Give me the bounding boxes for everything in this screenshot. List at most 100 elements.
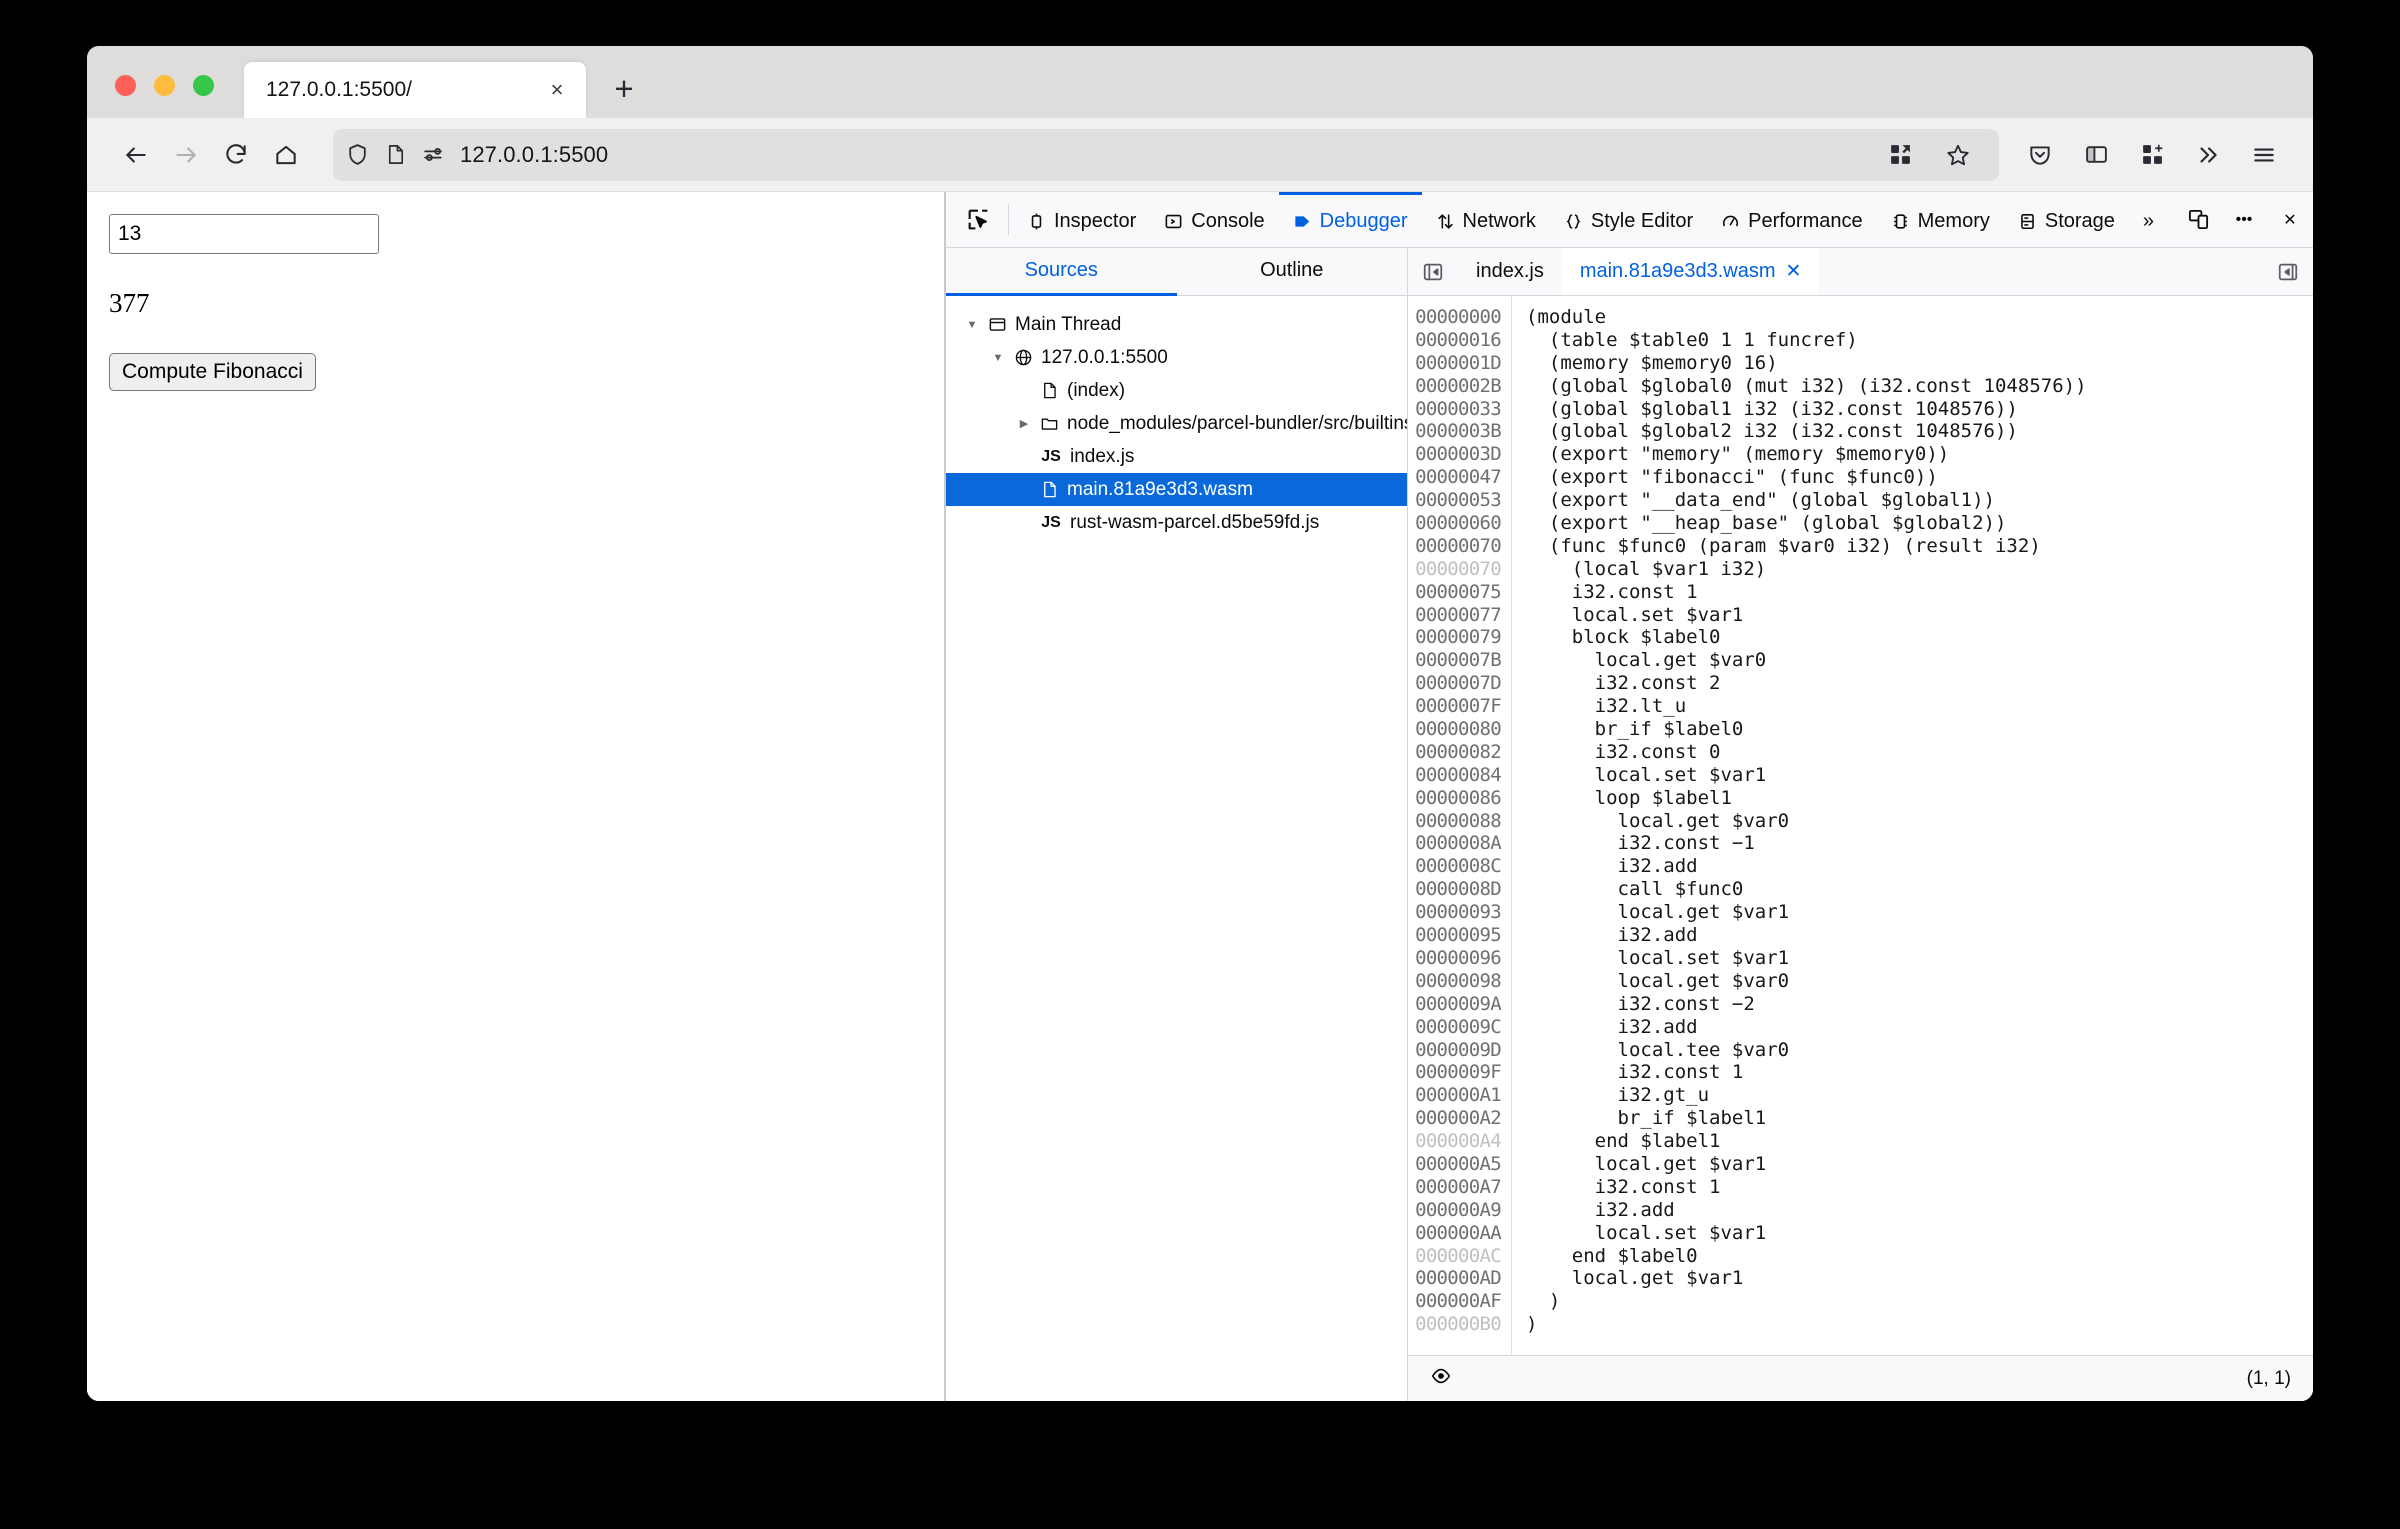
tree-item[interactable]: JS rust-wasm-parcel.d5be59fd.js <box>946 506 1407 539</box>
code-offset: 00000033 <box>1415 397 1502 420</box>
network-icon <box>1436 212 1455 231</box>
code-offset: 000000A7 <box>1415 1175 1502 1198</box>
tab-debugger[interactable]: Debugger <box>1278 192 1422 247</box>
code-editor[interactable]: 00000000 00000016 0000001D 0000002B 00000033… <box>1408 296 2313 1355</box>
code-offset: 00000093 <box>1415 901 1502 924</box>
tab-inspector[interactable]: Inspector <box>1013 192 1150 247</box>
eye-icon[interactable] <box>1430 1365 1452 1392</box>
sidebar-icon[interactable] <box>2071 130 2121 180</box>
tree-item[interactable]: ▶ node_modules/parcel-bundler/src/builtin… <box>946 407 1407 440</box>
code-offset: 00000082 <box>1415 740 1502 763</box>
tab-sources[interactable]: Sources <box>946 248 1177 296</box>
editor-tab-label: main.81a9e3d3.wasm <box>1579 260 1776 282</box>
tree-item[interactable]: ▼ Main Thread <box>946 308 1407 341</box>
code-offset: 00000084 <box>1415 763 1502 786</box>
code-offset: 0000001D <box>1415 351 1502 374</box>
storage-icon <box>2018 212 2037 231</box>
editor-tab-close-icon[interactable]: ✕ <box>1786 260 1802 283</box>
code-line: end $label1 <box>1526 1130 1721 1153</box>
addons-icon[interactable] <box>2127 130 2177 180</box>
code-offset: 000000A4 <box>1415 1130 1502 1153</box>
page-icon[interactable] <box>384 143 407 166</box>
tree-item-label: (index) <box>1067 379 1126 401</box>
code-line: local.get $var1 <box>1526 901 1790 924</box>
tree-item-label: rust-wasm-parcel.d5be59fd.js <box>1070 511 1320 533</box>
devtools-overflow-button[interactable]: » <box>2129 192 2168 247</box>
editor-pane: index.js main.81a9e3d3.wasm ✕ 00000000 0… <box>1408 248 2313 1401</box>
js-icon: JS <box>1041 447 1061 465</box>
fibonacci-input[interactable] <box>109 214 379 254</box>
code-offset: 000000AC <box>1415 1244 1502 1267</box>
tree-item[interactable]: ▼ 127.0.0.1:5500 <box>946 341 1407 374</box>
minimize-window-button[interactable] <box>154 75 175 96</box>
forward-arrow-icon[interactable] <box>161 130 211 180</box>
editor-tab-index-js[interactable]: index.js <box>1458 248 1562 295</box>
browser-content: 377 Compute Fibonacci <box>87 192 2313 1401</box>
devtools-close-button[interactable]: ✕ <box>2267 192 2313 247</box>
code-text[interactable]: (module (table $table0 1 1 funcref) (mem… <box>1512 296 2313 1355</box>
pocket-icon[interactable] <box>2015 130 2065 180</box>
extensions-grid-icon[interactable] <box>1875 130 1925 180</box>
compute-fibonacci-button[interactable]: Compute Fibonacci <box>109 353 316 391</box>
code-offset: 0000002B <box>1415 374 1502 397</box>
js-icon: JS <box>1041 513 1061 531</box>
tab-storage[interactable]: Storage <box>2004 192 2129 247</box>
url-text: 127.0.0.1:5500 <box>460 141 609 167</box>
memory-icon <box>1891 212 1910 231</box>
devtools-meatball-menu[interactable]: ••• <box>2221 192 2267 247</box>
tab-label: Inspector <box>1054 209 1137 232</box>
tab-console[interactable]: Console <box>1150 192 1278 247</box>
code-line: (global $global1 i32 (i32.const 1048576)… <box>1526 397 2018 420</box>
responsive-design-mode-icon[interactable] <box>2175 192 2221 247</box>
element-picker-icon[interactable] <box>952 192 1004 247</box>
url-bar[interactable]: 127.0.0.1:5500 <box>333 128 1999 181</box>
tab-close-icon[interactable]: × <box>542 75 572 105</box>
star-icon[interactable] <box>1933 130 1983 180</box>
inspector-icon <box>1027 212 1046 231</box>
permissions-icon[interactable] <box>421 142 446 167</box>
tree-item[interactable]: (index) <box>946 374 1407 407</box>
tab-style-editor[interactable]: Style Editor <box>1550 192 1707 247</box>
tab-outline[interactable]: Outline <box>1177 248 1408 296</box>
code-offset: 0000009C <box>1415 1015 1502 1038</box>
code-offset: 0000008D <box>1415 878 1502 901</box>
chevrons-right-icon[interactable] <box>2183 130 2233 180</box>
globe-icon <box>1014 348 1033 367</box>
new-tab-button[interactable]: + <box>602 66 646 110</box>
browser-window: 127.0.0.1:5500/ × + 127.0.0.1:5500 13 37… <box>87 46 2313 1401</box>
code-line: i32.add <box>1526 924 1698 947</box>
hamburger-menu-icon[interactable] <box>2239 130 2289 180</box>
tab-network[interactable]: Network <box>1422 192 1550 247</box>
reload-icon[interactable] <box>211 130 261 180</box>
editor-tab-wasm[interactable]: main.81a9e3d3.wasm ✕ <box>1561 248 1820 295</box>
code-offset: 000000B0 <box>1415 1313 1502 1336</box>
home-icon[interactable] <box>261 130 311 180</box>
folder-icon <box>1040 414 1059 433</box>
code-line: local.get $var1 <box>1526 1267 1744 1290</box>
code-line: end $label0 <box>1526 1244 1698 1267</box>
tree-item[interactable]: main.81a9e3d3.wasm <box>946 473 1407 506</box>
chevron-right-icon[interactable]: ▶ <box>1016 416 1032 432</box>
code-line: ) <box>1526 1313 1538 1336</box>
tree-item[interactable]: JS index.js <box>946 440 1407 473</box>
code-line: i32.const −1 <box>1526 832 1755 855</box>
chevron-down-icon[interactable]: ▼ <box>964 317 980 333</box>
browser-tab[interactable]: 127.0.0.1:5500/ × <box>244 62 586 118</box>
tab-performance[interactable]: Performance <box>1707 192 1877 247</box>
cursor-position: (1, 1) <box>2246 1367 2291 1389</box>
tab-label: Memory <box>1917 209 1990 232</box>
shield-icon[interactable] <box>345 142 370 167</box>
editor-status-bar: (1, 1) <box>1408 1355 2313 1401</box>
code-line: br_if $label1 <box>1526 1107 1767 1130</box>
close-window-button[interactable] <box>115 75 136 96</box>
chevron-down-icon[interactable]: ▼ <box>990 350 1006 366</box>
collapse-sidebar-icon[interactable] <box>1408 261 1458 283</box>
expand-sidebar-icon[interactable] <box>2263 261 2313 283</box>
zoom-window-button[interactable] <box>193 75 214 96</box>
tab-memory[interactable]: Memory <box>1877 192 2004 247</box>
code-offset: 00000000 <box>1415 306 1502 328</box>
back-arrow-icon[interactable] <box>111 130 161 180</box>
debugger-icon <box>1293 212 1312 231</box>
